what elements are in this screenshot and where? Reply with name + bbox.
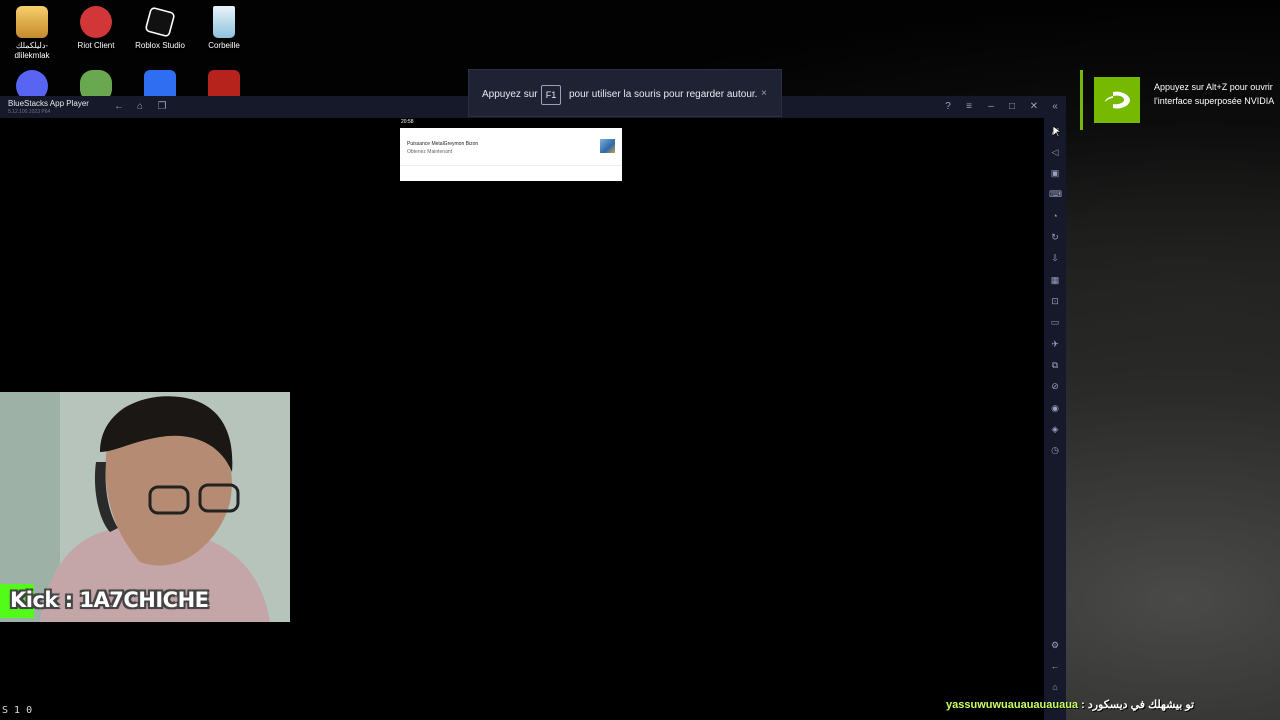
roblox-studio-icon: [144, 6, 176, 38]
overlay-counter: S 1 0: [2, 705, 33, 716]
folder-app-icon: [16, 6, 48, 38]
back-icon[interactable]: ←: [112, 100, 126, 114]
notification-subtitle: Obtenez Maintenant: [407, 149, 453, 155]
mouse-hint-toast: Appuyez sur F1 pour utiliser la souris p…: [468, 69, 782, 117]
game-controls-icon[interactable]: ▦: [1049, 274, 1061, 286]
install-apk-icon[interactable]: ⇩: [1049, 252, 1061, 264]
window-title: BlueStacks App Player: [8, 99, 89, 108]
notification-card[interactable]: Puissance MetalGreymon Bizon Obtenez Mai…: [400, 128, 622, 181]
minimize-icon[interactable]: –: [984, 100, 998, 114]
layers-icon[interactable]: ◈: [1049, 423, 1061, 435]
home-icon[interactable]: ⌂: [1049, 681, 1061, 693]
kick-channel-text: Kick : 1A7CHICHE: [10, 588, 209, 612]
airplane-mode-icon[interactable]: ✈: [1049, 338, 1061, 350]
recent-apps-icon[interactable]: ❐: [155, 100, 169, 114]
f1-key-badge: F1: [541, 85, 561, 105]
ticker-username: yassuwuwuauauauauaua: [946, 699, 1079, 711]
bluestacks-sidebar: ⤢ ◁ ▣ ⌨ ◔ ↻ ⇩ ▦ ⊡ ▭ ✈ ⧉ ⊘ ◉ ◈ ◷ ⚙ ← ⌂: [1044, 118, 1066, 720]
close-icon[interactable]: ✕: [1027, 100, 1041, 114]
volume-icon[interactable]: ◁: [1049, 146, 1061, 158]
desktop-icon-corbeille[interactable]: Corbeille: [192, 6, 256, 50]
toast-close-button[interactable]: ×: [761, 88, 767, 99]
recycle-bin-icon: [213, 6, 235, 38]
riot-icon: [80, 6, 112, 38]
back-icon[interactable]: ←: [1049, 660, 1061, 672]
notification-thumbnail: [600, 139, 615, 153]
folder-icon[interactable]: ▭: [1049, 316, 1061, 328]
settings-icon[interactable]: ⚙: [1049, 639, 1061, 651]
maximize-icon[interactable]: □: [1005, 100, 1019, 114]
nvidia-overlay-notification: Appuyez sur Alt+Z pour ouvrir l'interfac…: [1080, 70, 1280, 130]
sync-icon[interactable]: ↻: [1049, 231, 1061, 243]
desktop-icon-label: Riot Client: [77, 41, 115, 50]
help-icon[interactable]: ?: [941, 100, 955, 114]
desktop-icon-riot-client[interactable]: Riot Client: [64, 6, 128, 50]
kick-channel-label: Kick : 1A7CHICHE: [0, 584, 296, 618]
media-icon[interactable]: ▣: [1049, 167, 1061, 179]
menu-icon[interactable]: ≡: [962, 100, 976, 114]
clock-icon[interactable]: ◷: [1049, 444, 1061, 456]
desktop-icon-roblox-studio[interactable]: Roblox Studio: [128, 6, 192, 50]
toast-message: pour utiliser la souris pour regarder au…: [569, 89, 758, 100]
eco-mode-icon[interactable]: ⊘: [1049, 380, 1061, 392]
desktop-icon-label: Corbeille: [208, 41, 240, 50]
collapse-sidebar-icon[interactable]: «: [1048, 100, 1062, 114]
location-icon[interactable]: ◉: [1049, 402, 1061, 414]
divider: [400, 165, 622, 166]
keyboard-controls-icon[interactable]: ⌨: [1049, 188, 1062, 200]
ticker-message: : تو بيشهلك في ديسكورد: [1081, 699, 1195, 711]
desktop-icon-label: Roblox Studio: [135, 41, 185, 50]
mouse-cursor-icon: [1053, 126, 1061, 138]
chat-ticker: yassuwuwuauauauauaua : تو بيشهلك في ديسك…: [946, 698, 1194, 711]
macro-icon[interactable]: ◔: [1049, 210, 1061, 222]
notification-time: 20:58: [401, 119, 414, 125]
nvidia-message: Appuyez sur Alt+Z pour ouvrir l'interfac…: [1154, 82, 1275, 106]
desktop-icon-label: دليلكملك- dlilekmlak: [14, 41, 50, 60]
home-icon[interactable]: ⌂: [133, 100, 147, 114]
nvidia-logo-icon: [1094, 77, 1140, 123]
multi-instance-icon[interactable]: ⧉: [1049, 359, 1061, 371]
toast-prefix: Appuyez sur: [482, 89, 538, 100]
version-label: 5.12.100.1023 P64: [8, 109, 51, 115]
notification-title: Puissance MetalGreymon Bizon: [407, 141, 479, 147]
desktop-icon-dlilekmlak[interactable]: دليلكملك- dlilekmlak: [0, 6, 64, 61]
screenshot-icon[interactable]: ⊡: [1049, 295, 1061, 307]
